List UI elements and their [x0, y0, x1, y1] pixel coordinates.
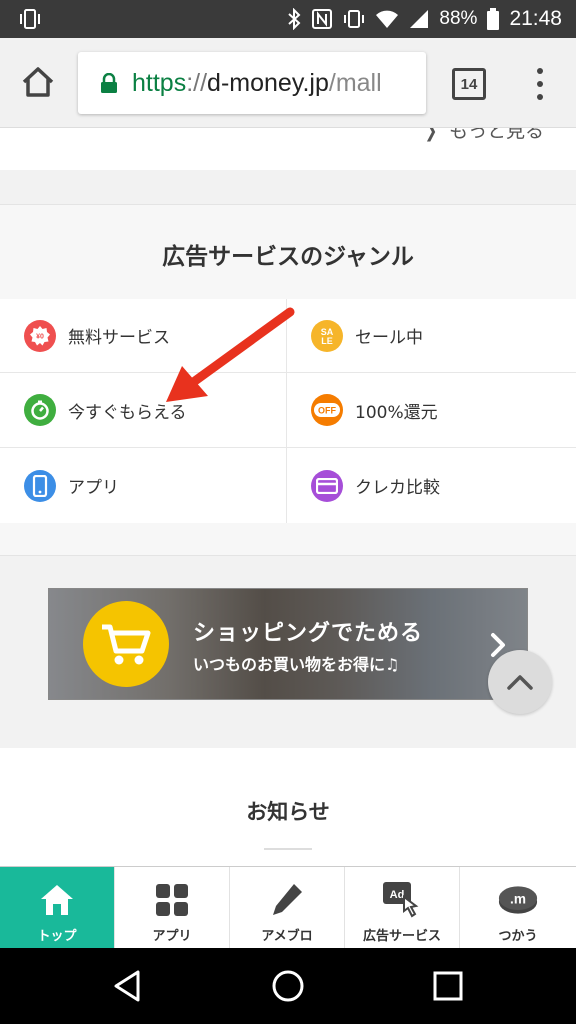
tab-apps[interactable]: アプリ	[115, 867, 230, 949]
tab-ad-service[interactable]: Ad 広告サービス	[345, 867, 460, 949]
url-path: /mall	[328, 68, 382, 97]
tab-use[interactable]: .m つかう	[460, 867, 576, 949]
off-badge-icon: OFF	[311, 394, 343, 426]
news-title: お知らせ	[246, 800, 330, 824]
tab-label: アメブロ	[261, 929, 313, 944]
vibrate-icon	[18, 8, 42, 34]
url-scheme: https	[132, 68, 187, 97]
chevron-up-icon	[507, 675, 533, 690]
signal-icon	[409, 9, 429, 29]
banner-subtitle: いつものお買い物をお得に♫	[193, 655, 400, 674]
genre-title: 広告サービスのジャンル	[162, 244, 414, 270]
home-nav-icon[interactable]	[270, 968, 306, 1004]
tab-switcher-button[interactable]: 14	[452, 68, 486, 100]
divider	[264, 848, 312, 850]
genre-label: 無料サービス	[68, 328, 170, 348]
dmoney-coin-icon: .m	[498, 881, 538, 919]
system-nav-bar	[0, 948, 576, 1024]
tab-label: トップ	[37, 929, 77, 944]
wifi-icon	[375, 9, 399, 29]
home-icon	[37, 881, 77, 919]
previous-section: ❯ もっと見る	[0, 128, 576, 170]
svg-text:¥0: ¥0	[36, 333, 44, 340]
bluetooth-icon	[287, 8, 301, 30]
lock-icon	[101, 73, 117, 93]
tab-label: アプリ	[152, 929, 192, 944]
address-bar[interactable]: https://d-money.jp/mall	[78, 52, 426, 114]
genre-label: セール中	[355, 328, 423, 348]
genre-sale[interactable]: SA LE セール中	[287, 299, 576, 373]
svg-text:LE: LE	[321, 336, 333, 346]
svg-text:Ad: Ad	[390, 889, 405, 901]
overflow-menu-button[interactable]	[530, 66, 550, 102]
battery-icon	[487, 8, 500, 30]
smartphone-icon	[24, 469, 56, 502]
home-icon	[22, 67, 54, 97]
scroll-to-top-button[interactable]	[488, 650, 552, 714]
url-separator: ://	[186, 68, 208, 97]
ad-click-icon: Ad	[382, 881, 422, 919]
tab-ameblo[interactable]: アメブロ	[230, 867, 345, 949]
genre-credit-card[interactable]: クレカ比較	[287, 448, 576, 523]
svg-text:.m: .m	[510, 892, 526, 907]
news-section: お知らせ	[0, 748, 576, 866]
tab-label: 広告サービス	[362, 929, 441, 944]
status-bar: 88% 21:48	[0, 0, 576, 38]
shopping-cart-icon	[83, 601, 169, 687]
pencil-icon	[267, 881, 307, 919]
more-link-label: もっと見る	[448, 128, 544, 142]
stopwatch-icon	[24, 394, 56, 426]
genre-label: アプリ	[68, 478, 119, 498]
banner-section: ショッピングでためる いつものお買い物をお得に♫	[0, 556, 576, 732]
credit-card-icon	[311, 469, 343, 502]
shopping-banner[interactable]: ショッピングでためる いつものお買い物をお得に♫	[48, 588, 528, 700]
nfc-icon	[311, 8, 333, 30]
url-host: d-money.jp	[207, 68, 329, 97]
battery-percent: 88%	[439, 8, 478, 29]
free-badge-icon: ¥0	[24, 319, 56, 352]
clock: 21:48	[509, 7, 562, 30]
banner-title: ショッピングでためる	[193, 621, 424, 646]
tab-label: つかう	[498, 929, 538, 944]
genre-label: クレカ比較	[355, 478, 440, 498]
page-content: ❯ もっと見る 広告サービスのジャンル ¥0 無料サービス SA LE セール中 今	[0, 128, 576, 866]
tab-top[interactable]: トップ	[0, 867, 115, 949]
browser-home-button[interactable]	[18, 62, 58, 102]
genre-app[interactable]: アプリ	[0, 448, 287, 523]
more-link[interactable]: ❯ もっと見る	[423, 128, 544, 143]
browser-toolbar: https://d-money.jp/mall 14	[0, 38, 576, 128]
sale-icon: SA LE	[311, 319, 343, 352]
genre-label: 100%還元	[355, 402, 438, 423]
genre-full-rebate[interactable]: OFF 100%還元	[287, 373, 576, 448]
back-icon[interactable]	[110, 968, 146, 1004]
red-arrow-annotation	[166, 307, 295, 402]
recents-icon[interactable]	[430, 968, 466, 1004]
grid-icon	[152, 881, 192, 919]
svg-text:OFF: OFF	[318, 406, 336, 416]
chevron-right-icon: ❯	[424, 128, 438, 142]
bottom-tab-bar: トップ アプリ アメブロ Ad 広告サービス .m つかう	[0, 866, 576, 949]
vibrate-mode-icon	[343, 8, 365, 30]
